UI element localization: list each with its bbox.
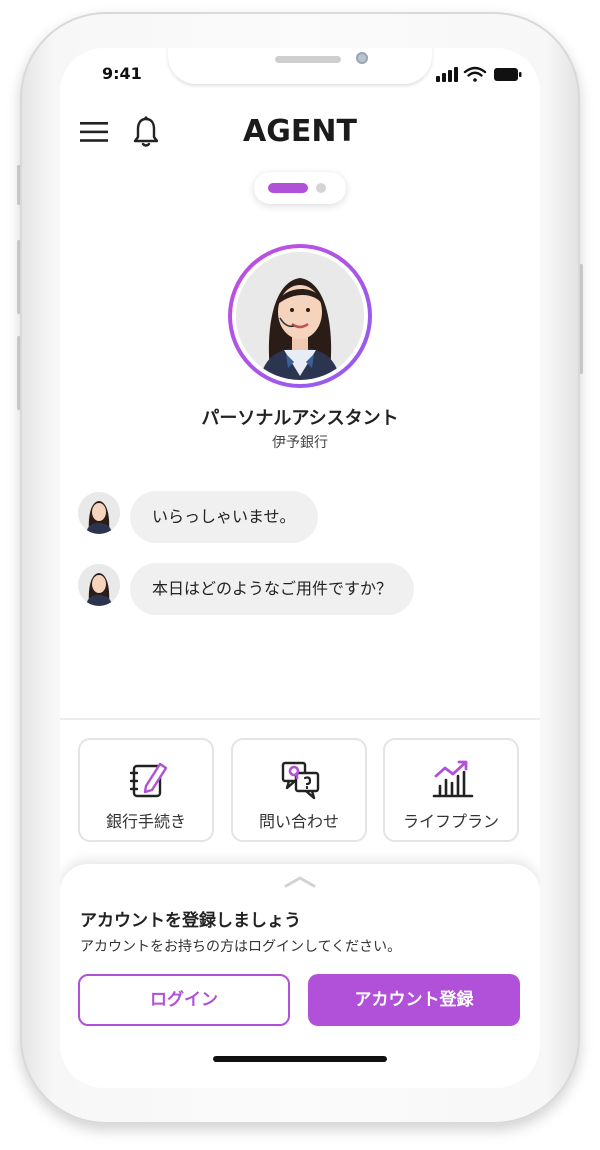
- front-camera-icon: [356, 52, 368, 64]
- sheet-subtitle: アカウントをお持ちの方はログインしてください。: [80, 939, 402, 955]
- phone-screen: 9:41 AGENT パーソナルアシスタント 伊予銀行 いらっしゃいませ。 本日…: [60, 48, 540, 1088]
- sheet-title: アカウントを登録しましょう: [80, 911, 301, 931]
- status-time: 9:41: [102, 64, 142, 83]
- login-button[interactable]: ログイン: [78, 974, 290, 1026]
- hamburger-menu-icon[interactable]: [80, 118, 108, 146]
- action-life-plan[interactable]: ライフプラン: [383, 738, 519, 842]
- chat-bubble: いらっしゃいませ。: [130, 491, 318, 543]
- notch: [168, 48, 432, 84]
- home-indicator: [213, 1056, 387, 1062]
- action-label: ライフプラン: [402, 812, 499, 831]
- notebook-pen-icon: [129, 762, 168, 798]
- bell-icon[interactable]: [132, 116, 160, 148]
- action-label: 問い合わせ: [258, 812, 339, 831]
- signal-bars-icon: [436, 67, 458, 82]
- bank-name: 伊予銀行: [272, 435, 328, 451]
- divider: [60, 718, 540, 720]
- action-bank-procedures[interactable]: 銀行手続き: [78, 738, 214, 842]
- message-avatar: [78, 492, 120, 534]
- status-icons: [436, 66, 522, 82]
- speaker-grille: [275, 56, 341, 63]
- chevron-up-icon[interactable]: [282, 874, 318, 890]
- assistant-photo: [236, 252, 364, 380]
- action-inquiry[interactable]: 問い合わせ: [231, 738, 367, 842]
- assistant-title: パーソナルアシスタント: [201, 408, 399, 429]
- action-label: 銀行手続き: [105, 812, 186, 831]
- page-indicator: [254, 172, 346, 204]
- assistant-avatar: [228, 244, 372, 388]
- battery-icon: [494, 68, 522, 81]
- register-button[interactable]: アカウント登録: [308, 974, 520, 1026]
- app-logo: AGENT: [243, 114, 357, 149]
- chat-bubble: 本日はどのようなご用件ですか？: [130, 563, 415, 615]
- page-indicator-active: [268, 183, 308, 193]
- message-avatar: [78, 564, 120, 606]
- page-indicator-dot: [316, 183, 326, 193]
- chat-question-icon: [281, 761, 320, 800]
- wifi-icon: [463, 66, 487, 82]
- bottom-sheet: アカウントを登録しましょう アカウントをお持ちの方はログインしてください。 ログ…: [60, 864, 540, 1088]
- growth-chart-icon: [432, 760, 474, 798]
